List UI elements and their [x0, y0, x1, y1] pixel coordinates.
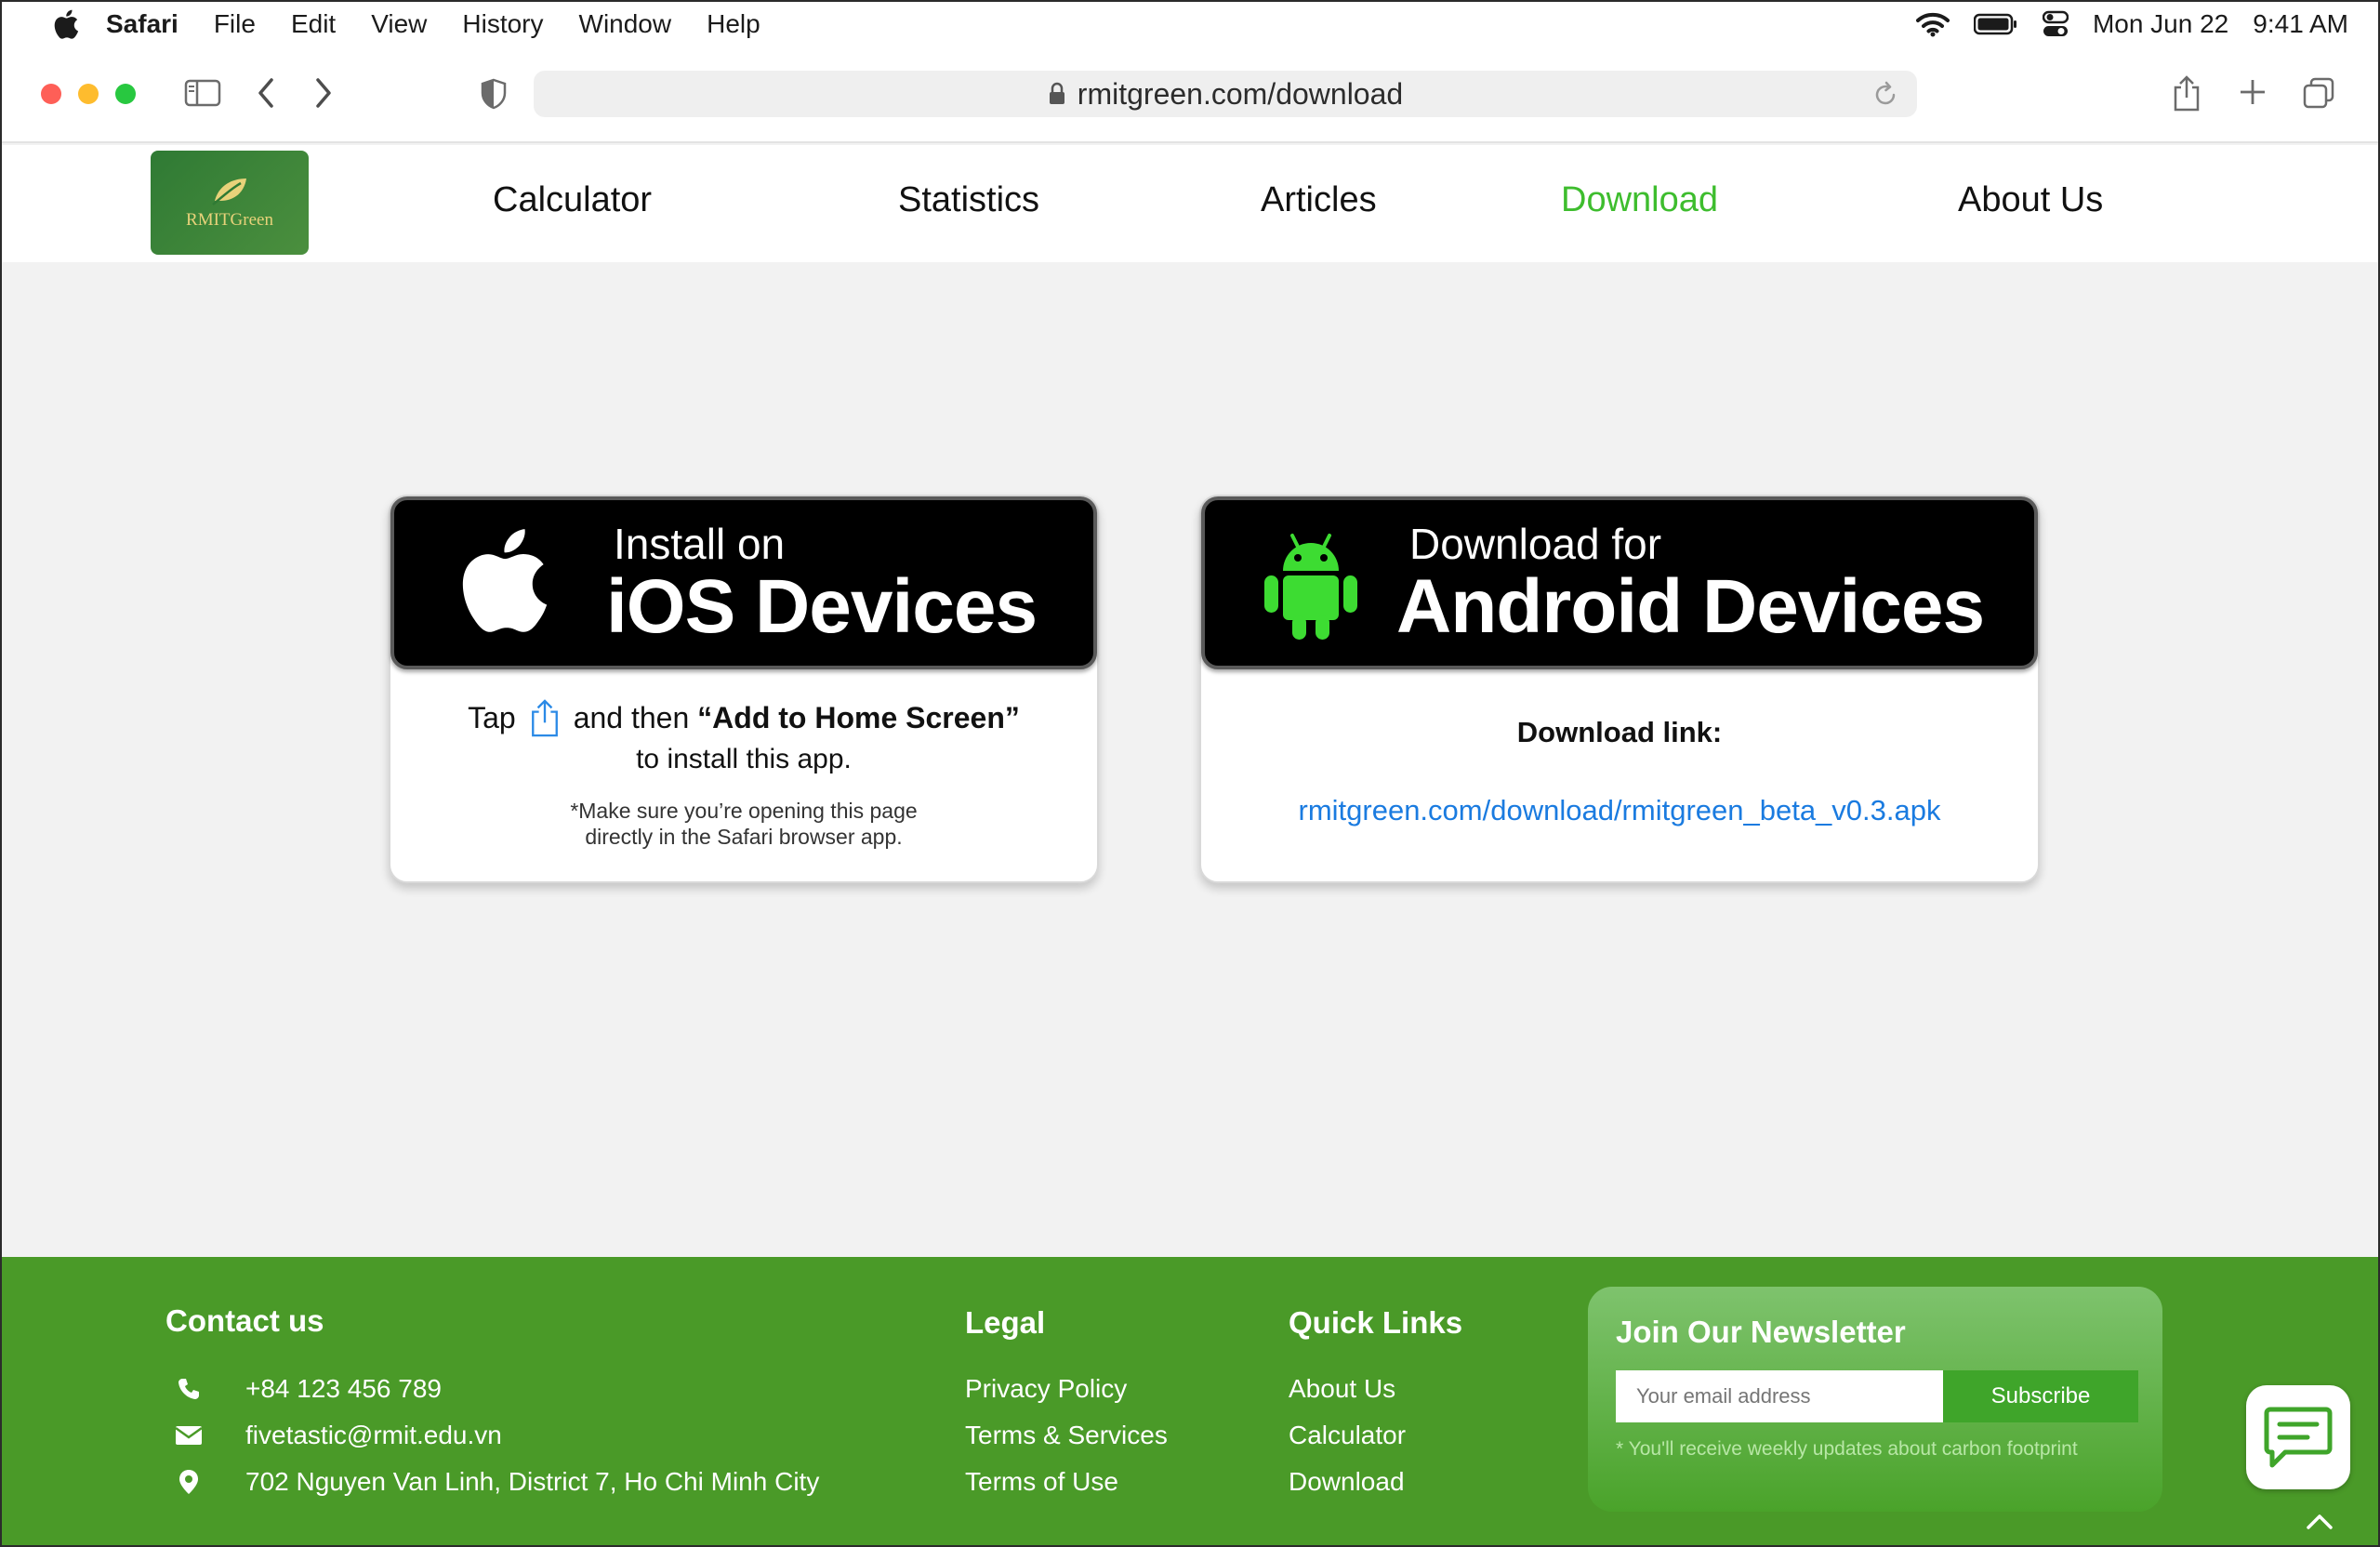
ios-badge[interactable]: Install on iOS Devices [390, 496, 1097, 669]
install-text: to install this app. [636, 744, 852, 774]
ios-install-card: Install on iOS Devices Tap and then “Add… [389, 495, 1099, 883]
browser-toolbar: rmitgreen.com/download [2, 46, 2378, 143]
site-header: RMITGreen Calculator Statistics Articles… [2, 145, 2378, 262]
menu-date[interactable]: Mon Jun 22 [2093, 9, 2228, 39]
and-then-text: and then [573, 700, 690, 734]
tap-text: Tap [468, 700, 516, 734]
menu-view[interactable]: View [371, 9, 427, 39]
battery-icon[interactable] [1973, 13, 2018, 35]
quick-links-title: Quick Links [1289, 1305, 1463, 1340]
logo-text: RMITGreen [186, 210, 273, 230]
terms-of-use-link[interactable]: Terms of Use [965, 1467, 1118, 1497]
newsletter-email-input[interactable] [1616, 1370, 1943, 1422]
site-logo[interactable]: RMITGreen [151, 151, 309, 255]
ios-badge-big: iOS Devices [606, 564, 1038, 649]
add-to-home-text: “Add to Home Screen” [697, 700, 1020, 734]
footer-calculator-link[interactable]: Calculator [1289, 1421, 1406, 1450]
nav-calculator[interactable]: Calculator [493, 180, 652, 220]
control-center-icon[interactable] [2042, 10, 2069, 38]
android-download-card: Download for Android Devices Download li… [1199, 495, 2040, 883]
newsletter-note: * You'll receive weekly updates about ca… [1616, 1438, 2078, 1460]
new-tab-icon[interactable] [2239, 78, 2267, 106]
wifi-icon[interactable] [1915, 11, 1950, 37]
privacy-shield-icon[interactable] [480, 78, 508, 110]
leaf-icon [212, 178, 246, 205]
screen: Safari File Edit View History Window Hel… [0, 0, 2380, 1547]
nav-about-us[interactable]: About Us [1958, 180, 2103, 220]
menu-safari[interactable]: Safari [106, 9, 178, 39]
nav-statistics[interactable]: Statistics [898, 180, 1039, 220]
macos-menu-bar: Safari File Edit View History Window Hel… [2, 2, 2378, 46]
download-link-label: Download link: [1516, 716, 1723, 748]
tab-overview-icon[interactable] [2302, 76, 2335, 110]
forward-icon[interactable] [312, 76, 335, 110]
sidebar-toggle-icon[interactable] [184, 78, 221, 108]
mail-icon [175, 1426, 203, 1445]
address-bar[interactable]: rmitgreen.com/download [534, 71, 1917, 117]
chat-button[interactable] [2246, 1385, 2350, 1489]
nav-download[interactable]: Download [1561, 180, 1718, 220]
note-line-2: directly in the Safari browser app. [585, 825, 903, 849]
ios-badge-small: Install on [614, 520, 786, 568]
android-robot-icon [1264, 534, 1357, 640]
apk-download-link[interactable]: rmitgreen.com/download/rmitgreen_beta_v0… [1201, 794, 2038, 827]
terms-services-link[interactable]: Terms & Services [965, 1421, 1168, 1450]
fullscreen-window-button[interactable] [115, 84, 136, 104]
android-badge[interactable]: Download for Android Devices [1201, 496, 2038, 669]
scroll-to-top-button[interactable] [2306, 1512, 2334, 1535]
apple-menu-icon[interactable] [50, 7, 80, 41]
footer-about-us-link[interactable]: About Us [1289, 1374, 1395, 1404]
site-footer: Contact us +84 123 456 789 fivetastic@rm… [2, 1257, 2378, 1545]
menu-history[interactable]: History [462, 9, 543, 39]
reload-icon[interactable] [1871, 80, 1900, 110]
contact-address[interactable]: 702 Nguyen Van Linh, District 7, Ho Chi … [165, 1467, 819, 1497]
chevron-up-icon [2307, 1514, 2333, 1529]
newsletter-title: Join Our Newsletter [1616, 1315, 1906, 1349]
nav-articles[interactable]: Articles [1261, 180, 1377, 220]
chat-icon [2264, 1407, 2333, 1468]
close-window-button[interactable] [41, 84, 61, 104]
android-badge-small: Download for [1409, 520, 1662, 568]
menu-time[interactable]: 9:41 AM [2253, 9, 2348, 39]
menu-window[interactable]: Window [579, 9, 672, 39]
menu-file[interactable]: File [214, 9, 256, 39]
privacy-policy-link[interactable]: Privacy Policy [965, 1374, 1127, 1404]
share-icon[interactable] [2172, 74, 2202, 112]
legal-title: Legal [965, 1305, 1046, 1340]
footer-download-link[interactable]: Download [1289, 1467, 1405, 1497]
back-icon[interactable] [255, 76, 277, 110]
menu-help[interactable]: Help [707, 9, 760, 39]
minimize-window-button[interactable] [78, 84, 99, 104]
note-line-1: *Make sure you’re opening this page [570, 799, 918, 823]
android-badge-big: Android Devices [1396, 564, 1985, 649]
contact-title: Contact us [165, 1303, 324, 1338]
share-icon-inline [531, 699, 558, 737]
contact-email[interactable]: fivetastic@rmit.edu.vn [165, 1421, 502, 1450]
location-pin-icon [179, 1470, 198, 1494]
subscribe-button[interactable]: Subscribe [1943, 1370, 2138, 1422]
newsletter-box: Join Our Newsletter Subscribe * You'll r… [1588, 1287, 2162, 1512]
phone-icon [178, 1379, 199, 1399]
apple-logo-icon [462, 529, 548, 632]
url-text: rmitgreen.com/download [1077, 76, 1404, 111]
menu-edit[interactable]: Edit [291, 9, 336, 39]
contact-phone[interactable]: +84 123 456 789 [165, 1374, 442, 1404]
lock-icon [1049, 82, 1064, 104]
